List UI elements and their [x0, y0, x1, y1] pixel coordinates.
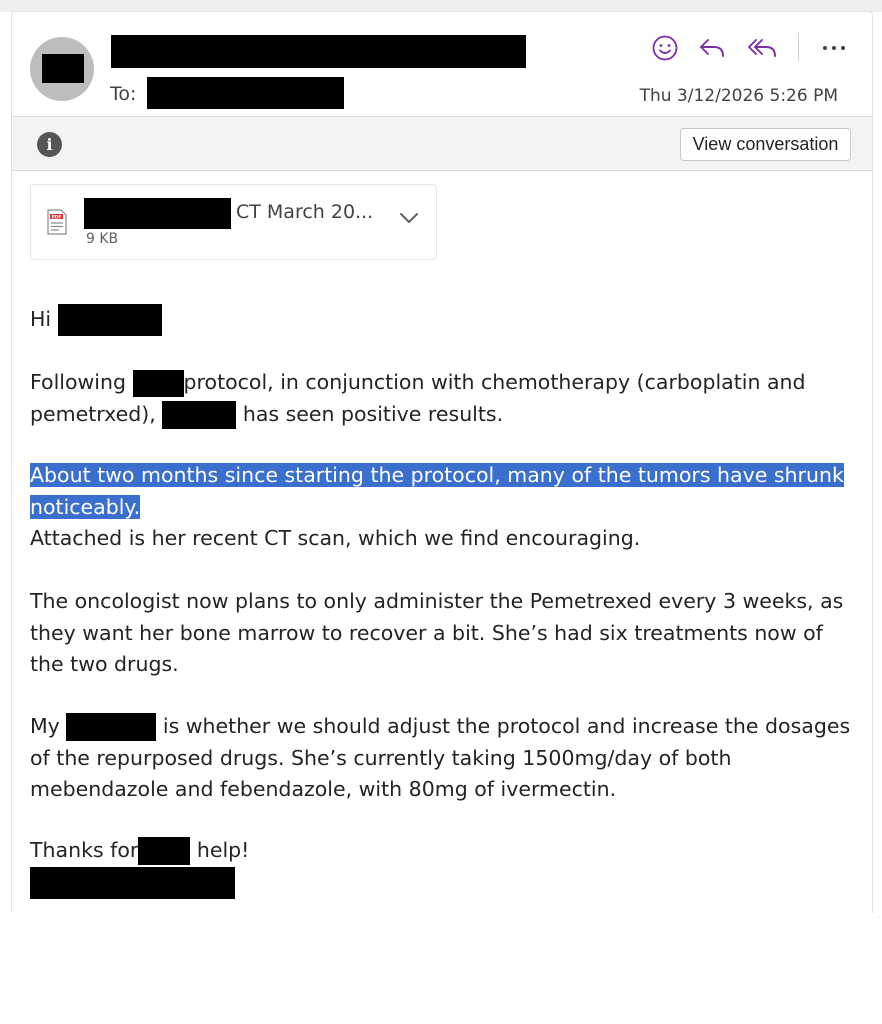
message-greeting: Hi: [30, 304, 860, 336]
svg-text:PDF: PDF: [51, 214, 61, 220]
p4-start: My: [30, 714, 60, 738]
to-label: To:: [110, 83, 137, 105]
sender-avatar[interactable]: [30, 37, 94, 101]
message-paragraph-4: My is whether we should adjust the proto…: [30, 711, 860, 806]
redacted-sender-name[interactable]: [111, 35, 526, 68]
p3-text: The oncologist now plans to only adminis…: [30, 589, 844, 676]
message-paragraph-1: Following protocol, in conjunction with …: [30, 367, 860, 430]
redacted-word: [66, 713, 157, 741]
redacted-recipient[interactable]: [147, 77, 344, 109]
redacted-attachment-name: [84, 198, 231, 229]
redacted-recipient-name: [57, 304, 162, 336]
message-paragraph-2: About two months since starting the prot…: [30, 460, 860, 555]
more-options-icon: [823, 46, 845, 50]
greeting-text: Hi: [30, 307, 52, 331]
more-options-button[interactable]: [818, 32, 850, 64]
redacted-word: [138, 837, 191, 865]
redacted-avatar-initials: [42, 54, 84, 83]
p1-start: Following: [30, 370, 127, 394]
chevron-down-icon[interactable]: [398, 211, 420, 225]
signoff-end: help!: [196, 838, 250, 862]
p2-rest: Attached is her recent CT scan, which we…: [30, 526, 641, 550]
reply-all-icon: [748, 39, 776, 57]
reply-icon: [700, 39, 724, 57]
message-signoff: Thanks for help!: [30, 835, 860, 867]
reply-all-button[interactable]: [746, 32, 778, 64]
view-conversation-button[interactable]: View conversation: [680, 128, 851, 161]
email-reading-pane: To: Thu 3/12/2026 5:26 PM i View convers…: [11, 11, 873, 913]
message-paragraph-3: The oncologist now plans to only adminis…: [30, 586, 860, 681]
attachment-name: CT March 20...: [236, 201, 374, 223]
redacted-word: [132, 369, 184, 397]
react-button[interactable]: [649, 32, 681, 64]
info-icon[interactable]: i: [37, 132, 62, 157]
attachment-size: 9 KB: [86, 231, 119, 247]
attachment-card[interactable]: PDF CT March 20... 9 KB: [30, 184, 437, 260]
toolbar-divider: [798, 33, 799, 61]
pdf-icon: PDF: [47, 209, 67, 235]
redacted-signature: [30, 867, 235, 899]
highlighted-selection[interactable]: About two months since starting the prot…: [30, 463, 844, 519]
redacted-patient-name: [162, 400, 237, 429]
signoff-start: Thanks for: [30, 838, 139, 862]
react-icon: [652, 35, 678, 61]
p1-end: has seen positive results.: [242, 401, 504, 426]
reply-button[interactable]: [696, 32, 728, 64]
message-date: Thu 3/12/2026 5:26 PM: [639, 86, 838, 106]
info-bar: i View conversation: [12, 116, 872, 171]
